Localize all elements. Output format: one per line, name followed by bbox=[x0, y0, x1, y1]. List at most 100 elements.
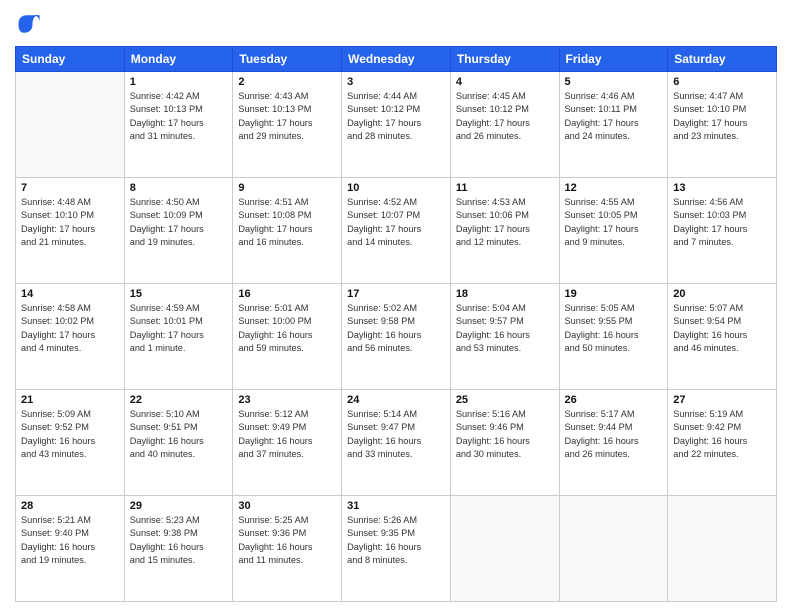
day-number: 28 bbox=[21, 500, 119, 512]
day-info: Sunrise: 4:42 AM Sunset: 10:13 PM Daylig… bbox=[130, 90, 228, 143]
day-info: Sunrise: 5:07 AM Sunset: 9:54 PM Dayligh… bbox=[673, 302, 771, 355]
day-info: Sunrise: 4:45 AM Sunset: 10:12 PM Daylig… bbox=[456, 90, 554, 143]
day-info: Sunrise: 5:23 AM Sunset: 9:38 PM Dayligh… bbox=[130, 514, 228, 567]
day-number: 22 bbox=[130, 394, 228, 406]
calendar-day-cell: 25 Sunrise: 5:16 AM Sunset: 9:46 PM Dayli… bbox=[450, 390, 559, 496]
day-number: 25 bbox=[456, 394, 554, 406]
day-of-week-header: Thursday bbox=[450, 47, 559, 72]
day-number: 31 bbox=[347, 500, 445, 512]
calendar-day-cell: 19Sunrise: 5:05 AM Sunset: 9:55 PM Dayli… bbox=[559, 284, 668, 390]
day-info: Sunrise: 4:47 AM Sunset: 10:10 PM Daylig… bbox=[673, 90, 771, 143]
day-number: 30 bbox=[238, 500, 336, 512]
calendar-week-row: 7 Sunrise: 4:48 AM Sunset: 10:10 PM Dayli… bbox=[16, 178, 777, 284]
day-info: Sunrise: 5:16 AM Sunset: 9:46 PM Dayligh… bbox=[456, 408, 554, 461]
calendar-day-cell: 23 Sunrise: 5:12 AM Sunset: 9:49 PM Dayli… bbox=[233, 390, 342, 496]
day-info: Sunrise: 5:26 AM Sunset: 9:35 PM Dayligh… bbox=[347, 514, 445, 567]
day-number: 23 bbox=[238, 394, 336, 406]
calendar-day-cell: 15Sunrise: 4:59 AM Sunset: 10:01 PM Dayl… bbox=[124, 284, 233, 390]
day-info: Sunrise: 4:52 AM Sunset: 10:07 PM Daylig… bbox=[347, 196, 445, 249]
day-info: Sunrise: 4:58 AM Sunset: 10:02 PM Daylig… bbox=[21, 302, 119, 355]
day-info: Sunrise: 5:12 AM Sunset: 9:49 PM Dayligh… bbox=[238, 408, 336, 461]
day-number: 16 bbox=[238, 288, 336, 300]
header bbox=[15, 10, 777, 38]
day-info: Sunrise: 5:17 AM Sunset: 9:44 PM Dayligh… bbox=[565, 408, 663, 461]
day-number: 12 bbox=[565, 182, 663, 194]
calendar-header-row: SundayMondayTuesdayWednesdayThursdayFrid… bbox=[16, 47, 777, 72]
day-info: Sunrise: 5:10 AM Sunset: 9:51 PM Dayligh… bbox=[130, 408, 228, 461]
calendar-day-cell: 27 Sunrise: 5:19 AM Sunset: 9:42 PM Dayli… bbox=[668, 390, 777, 496]
calendar-day-cell: 18 Sunrise: 5:04 AM Sunset: 9:57 PM Dayli… bbox=[450, 284, 559, 390]
calendar-week-row: 21 Sunrise: 5:09 AM Sunset: 9:52 PM Dayli… bbox=[16, 390, 777, 496]
day-info: Sunrise: 5:05 AM Sunset: 9:55 PM Dayligh… bbox=[565, 302, 663, 355]
day-info: Sunrise: 5:14 AM Sunset: 9:47 PM Dayligh… bbox=[347, 408, 445, 461]
day-info: Sunrise: 5:21 AM Sunset: 9:40 PM Dayligh… bbox=[21, 514, 119, 567]
calendar-day-cell bbox=[559, 496, 668, 602]
calendar-day-cell: 14 Sunrise: 4:58 AM Sunset: 10:02 PM Dayl… bbox=[16, 284, 125, 390]
calendar-day-cell: 31 Sunrise: 5:26 AM Sunset: 9:35 PM Dayli… bbox=[342, 496, 451, 602]
day-number: 29 bbox=[130, 500, 228, 512]
calendar-day-cell: 29 Sunrise: 5:23 AM Sunset: 9:38 PM Dayli… bbox=[124, 496, 233, 602]
day-of-week-header: Wednesday bbox=[342, 47, 451, 72]
calendar-day-cell: 16 Sunrise: 5:01 AM Sunset: 10:00 PM Dayl… bbox=[233, 284, 342, 390]
day-of-week-header: Sunday bbox=[16, 47, 125, 72]
day-info: Sunrise: 4:51 AM Sunset: 10:08 PM Daylig… bbox=[238, 196, 336, 249]
calendar-day-cell: 2 Sunrise: 4:43 AM Sunset: 10:13 PM Dayli… bbox=[233, 72, 342, 178]
calendar-day-cell: 8 Sunrise: 4:50 AM Sunset: 10:09 PM Dayli… bbox=[124, 178, 233, 284]
day-number: 10 bbox=[347, 182, 445, 194]
calendar-day-cell: 9 Sunrise: 4:51 AM Sunset: 10:08 PM Dayli… bbox=[233, 178, 342, 284]
day-number: 2 bbox=[238, 76, 336, 88]
calendar-day-cell: 4Sunrise: 4:45 AM Sunset: 10:12 PM Dayli… bbox=[450, 72, 559, 178]
calendar-day-cell: 12 Sunrise: 4:55 AM Sunset: 10:05 PM Dayl… bbox=[559, 178, 668, 284]
day-number: 26 bbox=[565, 394, 663, 406]
day-info: Sunrise: 5:19 AM Sunset: 9:42 PM Dayligh… bbox=[673, 408, 771, 461]
day-info: Sunrise: 5:09 AM Sunset: 9:52 PM Dayligh… bbox=[21, 408, 119, 461]
day-of-week-header: Monday bbox=[124, 47, 233, 72]
day-number: 18 bbox=[456, 288, 554, 300]
day-number: 21 bbox=[21, 394, 119, 406]
day-info: Sunrise: 4:56 AM Sunset: 10:03 PM Daylig… bbox=[673, 196, 771, 249]
page: SundayMondayTuesdayWednesdayThursdayFrid… bbox=[0, 0, 792, 612]
calendar-week-row: 28 Sunrise: 5:21 AM Sunset: 9:40 PM Dayli… bbox=[16, 496, 777, 602]
day-number: 20 bbox=[673, 288, 771, 300]
calendar-day-cell: 5Sunrise: 4:46 AM Sunset: 10:11 PM Dayli… bbox=[559, 72, 668, 178]
calendar-day-cell: 28 Sunrise: 5:21 AM Sunset: 9:40 PM Dayli… bbox=[16, 496, 125, 602]
day-info: Sunrise: 4:43 AM Sunset: 10:13 PM Daylig… bbox=[238, 90, 336, 143]
calendar-day-cell: 7 Sunrise: 4:48 AM Sunset: 10:10 PM Dayli… bbox=[16, 178, 125, 284]
calendar-day-cell: 26 Sunrise: 5:17 AM Sunset: 9:44 PM Dayli… bbox=[559, 390, 668, 496]
calendar-day-cell bbox=[16, 72, 125, 178]
day-info: Sunrise: 4:50 AM Sunset: 10:09 PM Daylig… bbox=[130, 196, 228, 249]
day-number: 14 bbox=[21, 288, 119, 300]
day-info: Sunrise: 5:25 AM Sunset: 9:36 PM Dayligh… bbox=[238, 514, 336, 567]
day-number: 9 bbox=[238, 182, 336, 194]
day-number: 13 bbox=[673, 182, 771, 194]
calendar-day-cell: 21 Sunrise: 5:09 AM Sunset: 9:52 PM Dayli… bbox=[16, 390, 125, 496]
day-number: 5 bbox=[565, 76, 663, 88]
calendar-day-cell: 24 Sunrise: 5:14 AM Sunset: 9:47 PM Dayli… bbox=[342, 390, 451, 496]
day-info: Sunrise: 5:01 AM Sunset: 10:00 PM Daylig… bbox=[238, 302, 336, 355]
day-number: 8 bbox=[130, 182, 228, 194]
logo-icon bbox=[15, 10, 43, 38]
day-info: Sunrise: 4:55 AM Sunset: 10:05 PM Daylig… bbox=[565, 196, 663, 249]
calendar-day-cell: 1Sunrise: 4:42 AM Sunset: 10:13 PM Dayli… bbox=[124, 72, 233, 178]
day-info: Sunrise: 5:04 AM Sunset: 9:57 PM Dayligh… bbox=[456, 302, 554, 355]
day-number: 24 bbox=[347, 394, 445, 406]
calendar-day-cell: 17Sunrise: 5:02 AM Sunset: 9:58 PM Dayli… bbox=[342, 284, 451, 390]
calendar-day-cell: 11Sunrise: 4:53 AM Sunset: 10:06 PM Dayl… bbox=[450, 178, 559, 284]
calendar-day-cell bbox=[668, 496, 777, 602]
day-number: 17 bbox=[347, 288, 445, 300]
calendar-day-cell bbox=[450, 496, 559, 602]
calendar-day-cell: 3 Sunrise: 4:44 AM Sunset: 10:12 PM Dayli… bbox=[342, 72, 451, 178]
calendar-day-cell: 22 Sunrise: 5:10 AM Sunset: 9:51 PM Dayli… bbox=[124, 390, 233, 496]
calendar-table: SundayMondayTuesdayWednesdayThursdayFrid… bbox=[15, 46, 777, 602]
day-number: 27 bbox=[673, 394, 771, 406]
day-number: 7 bbox=[21, 182, 119, 194]
day-number: 6 bbox=[673, 76, 771, 88]
day-info: Sunrise: 4:53 AM Sunset: 10:06 PM Daylig… bbox=[456, 196, 554, 249]
day-info: Sunrise: 4:48 AM Sunset: 10:10 PM Daylig… bbox=[21, 196, 119, 249]
day-info: Sunrise: 4:59 AM Sunset: 10:01 PM Daylig… bbox=[130, 302, 228, 355]
day-info: Sunrise: 4:44 AM Sunset: 10:12 PM Daylig… bbox=[347, 90, 445, 143]
day-of-week-header: Friday bbox=[559, 47, 668, 72]
day-number: 3 bbox=[347, 76, 445, 88]
calendar-week-row: 14 Sunrise: 4:58 AM Sunset: 10:02 PM Dayl… bbox=[16, 284, 777, 390]
day-of-week-header: Saturday bbox=[668, 47, 777, 72]
